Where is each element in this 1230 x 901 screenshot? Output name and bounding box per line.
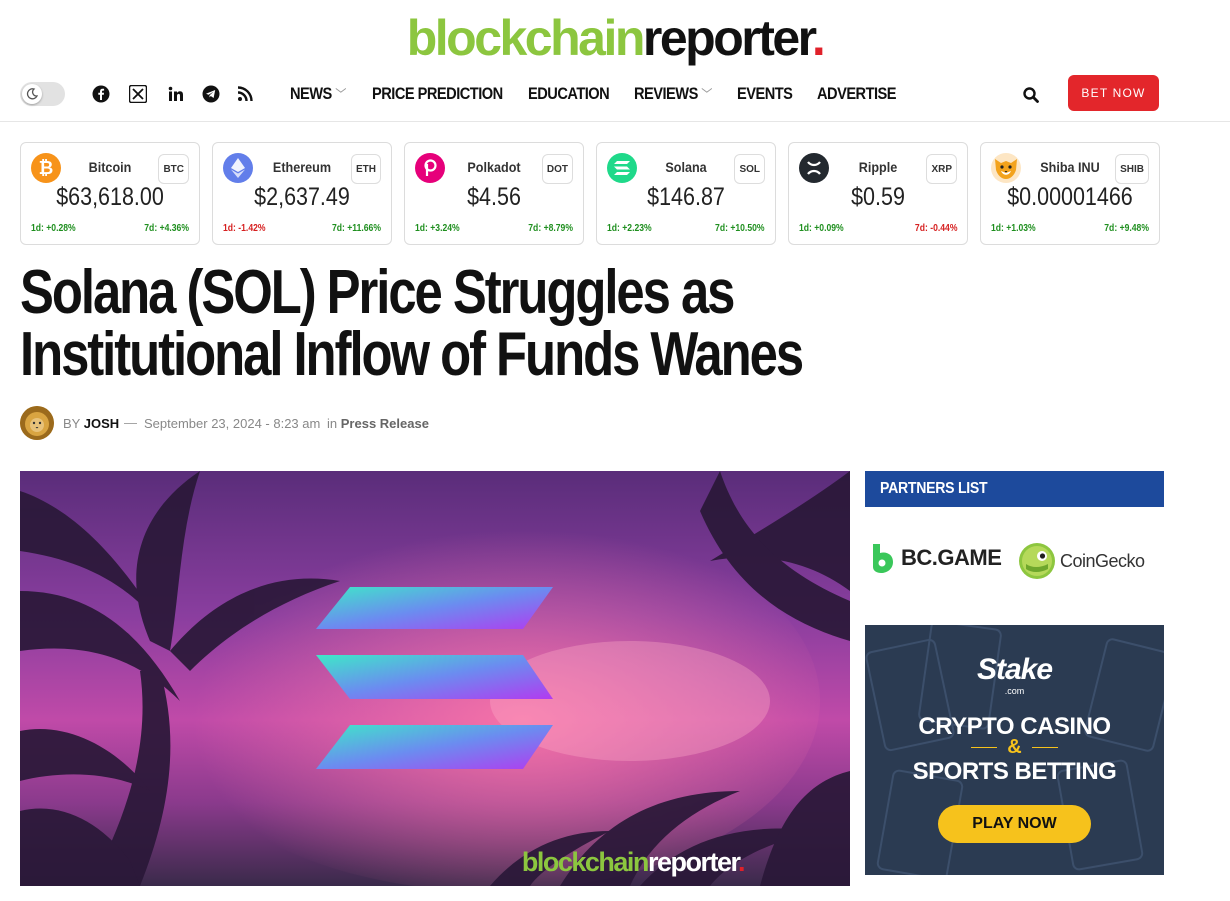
bc-game-partner-logo[interactable]: BC.GAME: [871, 538, 1011, 578]
coin-price: $146.87: [647, 183, 725, 211]
coin-name: Ethereum: [272, 159, 332, 175]
coin-name: Bitcoin: [88, 159, 132, 175]
stake-logo-sub: .com: [1004, 686, 1025, 696]
featured-image: blockchainreporter.: [20, 471, 850, 886]
coin-symbol: BTC: [158, 154, 189, 184]
author-avatar[interactable]: [20, 406, 54, 440]
coin-symbol: SHIB: [1115, 154, 1149, 184]
chevron-down-icon: ﹀: [335, 87, 346, 102]
coin-change-1d: 1d: +1.03%: [991, 223, 1036, 234]
coin-price: $2,637.49: [254, 183, 350, 211]
nav-events[interactable]: EVENTS: [737, 82, 793, 106]
coingecko-partner-logo[interactable]: CoinGecko: [1018, 541, 1163, 581]
coin-change-7d: 7d: +9.48%: [1104, 223, 1149, 234]
bet-now-button[interactable]: BET NOW: [1068, 75, 1159, 111]
toggle-knob: [22, 84, 42, 104]
ticker-card-sol[interactable]: Solana SOL $146.87 1d: +2.23% 7d: +10.50…: [596, 142, 776, 245]
category-link[interactable]: Press Release: [341, 416, 429, 431]
coin-price: $0.00001466: [1007, 183, 1133, 211]
coin-price: $4.56: [467, 183, 521, 211]
bc-game-label: BC.GAME: [901, 545, 1002, 570]
coin-change-7d: 7d: +4.36%: [144, 223, 189, 234]
ad-headline-2: SPORTS BETTING: [912, 758, 1117, 785]
nav-news[interactable]: NEWS ﹀: [290, 82, 346, 107]
bc-game-icon: [873, 544, 893, 573]
logo-dot: .: [811, 10, 826, 66]
ad-ampersand: &: [865, 736, 1164, 759]
coin-symbol: XRP: [926, 154, 957, 184]
nav-advertise[interactable]: ADVERTISE: [817, 82, 897, 106]
meta-separator: —: [124, 415, 137, 430]
coin-change-7d: 7d: +10.50%: [715, 223, 765, 234]
nav-news-label: NEWS: [290, 84, 332, 103]
play-now-button[interactable]: PLAY NOW: [938, 805, 1091, 843]
ticker-card-xrp[interactable]: Ripple XRP $0.59 1d: +0.09% 7d: -0.44%: [788, 142, 968, 245]
nav-reviews-label: REVIEWS: [634, 84, 698, 103]
category-label: Press Release: [340, 416, 429, 431]
rss-icon[interactable]: [235, 84, 255, 104]
shiba-inu-icon: [991, 153, 1021, 183]
coingecko-label: CoinGecko: [1060, 550, 1145, 571]
watermark-dot: .: [737, 847, 746, 877]
dark-mode-toggle[interactable]: [20, 82, 65, 106]
facebook-icon[interactable]: [91, 84, 111, 104]
search-icon[interactable]: [1022, 86, 1042, 106]
byline: BY JOSH: [63, 416, 119, 431]
solana-icon: [607, 153, 637, 183]
coin-change-1d: 1d: +0.09%: [799, 223, 844, 234]
logo-text-green: blockchain: [406, 10, 646, 66]
telegram-icon[interactable]: [201, 84, 221, 104]
coin-symbol: DOT: [541, 154, 573, 184]
watermark-white: reporter: [647, 847, 740, 877]
coin-name: Solana: [665, 159, 707, 175]
coin-name: Polkadot: [467, 159, 521, 175]
ripple-icon: [799, 153, 829, 183]
ticker-card-dot[interactable]: Polkadot DOT $4.56 1d: +3.24% 7d: +8.79%: [404, 142, 584, 245]
byline-prefix: BY: [63, 416, 81, 431]
x-twitter-icon[interactable]: [128, 84, 148, 104]
coin-symbol: SOL: [734, 154, 765, 184]
ethereum-icon: [223, 153, 253, 183]
coin-change-1d: 1d: +2.23%: [607, 223, 652, 234]
coin-name: Shiba INU: [1040, 159, 1100, 175]
coin-price: $63,618.00: [56, 183, 164, 211]
stake-logo: Stake: [976, 653, 1053, 686]
coin-change-1d: 1d: +0.28%: [31, 223, 76, 234]
watermark-green: blockchain: [521, 847, 650, 877]
main-navigation: NEWS ﹀ PRICE PREDICTION EDUCATION REVIEWS…: [0, 70, 1230, 122]
nav-reviews[interactable]: REVIEWS ﹀: [634, 82, 712, 107]
coin-symbol: ETH: [351, 154, 381, 184]
ticker-card-shib[interactable]: Shiba INU SHIB $0.00001466 1d: +1.03% 7d…: [980, 142, 1160, 245]
site-logo[interactable]: blockchainreporter.: [0, 8, 1230, 68]
coin-change-1d: 1d: +3.24%: [415, 223, 460, 234]
ticker-card-eth[interactable]: Ethereum ETH $2,637.49 1d: -1.42% 7d: +1…: [212, 142, 392, 245]
coin-change-1d: 1d: -1.42%: [223, 223, 266, 234]
author-link[interactable]: JOSH: [84, 416, 119, 431]
coin-price: $0.59: [851, 183, 905, 211]
nav-education[interactable]: EDUCATION: [528, 82, 610, 106]
bitcoin-icon: ₿: [31, 153, 61, 183]
hero-illustration: [20, 471, 850, 886]
partners-title: PARTNERS LIST: [880, 480, 988, 497]
coingecko-icon: [1019, 543, 1055, 579]
hero-watermark: blockchainreporter.: [521, 847, 746, 878]
stake-advertisement[interactable]: Stake .com CRYPTO CASINO & SPORTS BETTIN…: [865, 625, 1164, 875]
coin-change-7d: 7d: -0.44%: [914, 223, 957, 234]
category-line: in Press Release: [327, 416, 429, 431]
moon-icon: [26, 88, 38, 100]
category-prefix: in: [327, 416, 338, 431]
coin-change-7d: 7d: +8.79%: [528, 223, 573, 234]
logo-text-dark: reporter: [642, 10, 814, 66]
publish-date: September 23, 2024 - 8:23 am: [144, 416, 321, 431]
coin-name: Ripple: [858, 159, 898, 175]
linkedin-icon[interactable]: [166, 84, 186, 104]
article-title: Solana (SOL) Price Struggles as Institut…: [20, 258, 804, 389]
chevron-down-icon: ﹀: [701, 87, 712, 102]
ticker-card-btc[interactable]: ₿ Bitcoin BTC $63,618.00 1d: +0.28% 7d: …: [20, 142, 200, 245]
nav-price-prediction[interactable]: PRICE PREDICTION: [372, 82, 503, 106]
coin-change-7d: 7d: +11.66%: [331, 223, 381, 234]
partners-list-heading: PARTNERS LIST: [865, 471, 1164, 507]
polkadot-icon: [415, 153, 445, 183]
